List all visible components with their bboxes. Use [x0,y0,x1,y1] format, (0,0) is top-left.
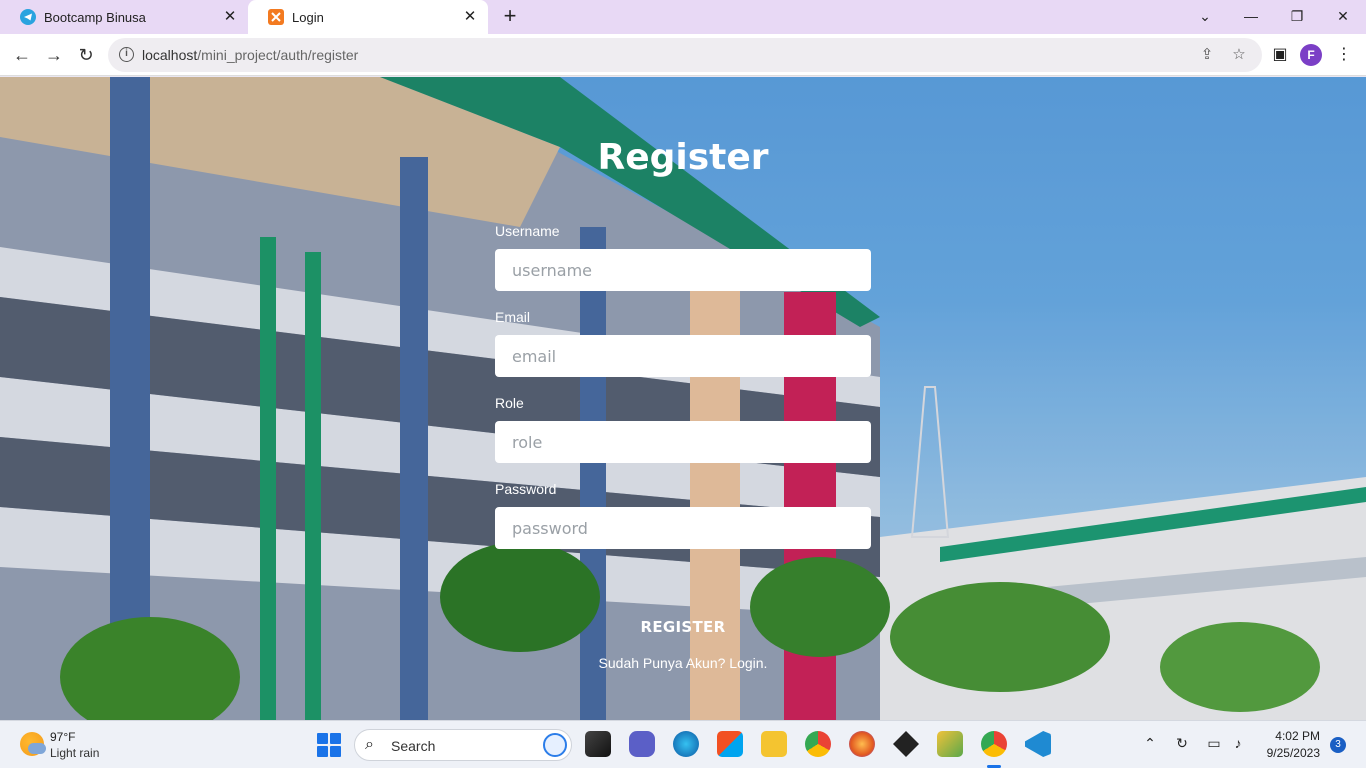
minimize-button[interactable]: — [1237,4,1265,28]
tab-login[interactable]: Login ✕ [248,0,488,34]
menu-kebab-icon[interactable]: ⋮ [1332,43,1356,67]
email-label: Email [495,309,531,325]
role-label: Role [495,395,524,411]
bookmark-star-icon[interactable]: ☆ [1230,46,1248,64]
register-button[interactable]: REGISTER [495,614,871,640]
login-link[interactable]: Sudah Punya Akun? Login. [495,655,871,671]
page-viewport: Register Username Email Role Password RE… [0,77,1366,720]
start-button[interactable] [317,733,341,757]
tab-strip: Bootcamp Binusa ✕ Login ✕ + ⌄ — ❐ ✕ [0,0,1366,34]
address-bar[interactable]: i localhost/mini_project/auth/register ⇪… [108,38,1262,72]
vscode-icon[interactable] [1025,731,1051,757]
clock-time: 4:02 PM [1275,729,1320,743]
taskbar-search[interactable]: ⌕ Search [354,729,572,761]
close-window-button[interactable]: ✕ [1329,4,1357,28]
chevron-up-icon[interactable]: ⌃ [1140,735,1160,752]
new-tab-button[interactable]: + [498,5,522,29]
clock-date: 9/25/2023 [1266,746,1320,760]
page-title: Register [597,137,769,178]
inkscape-icon[interactable] [893,731,919,757]
teams-icon[interactable] [629,731,655,757]
password-field[interactable] [495,507,871,549]
notification-badge[interactable]: 3 [1330,737,1346,753]
folder-icon[interactable] [761,731,787,757]
chrome-icon[interactable] [805,731,831,757]
email-field[interactable] [495,335,871,377]
weather-widget[interactable]: 97°F Light rain [18,729,138,761]
reload-button[interactable]: ↻ [74,43,98,67]
tab-title: Login [292,9,324,25]
role-field[interactable] [495,421,871,463]
chrome-profile-icon[interactable] [981,731,1007,757]
tab-search-icon[interactable]: ⌄ [1191,4,1219,28]
username-label: Username [495,223,560,239]
browser-toolbar: ← → ↻ i localhost/mini_project/auth/regi… [0,34,1366,76]
app-icon[interactable] [937,731,963,757]
firefox-icon[interactable] [849,731,875,757]
tab-bootcamp-binusa[interactable]: Bootcamp Binusa ✕ [0,0,248,34]
clock[interactable]: 4:02 PM 9/25/2023 [1252,728,1320,762]
tab-title: Bootcamp Binusa [44,9,146,25]
restore-button[interactable]: ❐ [1283,4,1311,28]
username-field[interactable] [495,249,871,291]
weather-temp: 97°F [50,730,76,744]
store-icon[interactable] [717,731,743,757]
search-icon: ⌕ [365,736,374,753]
share-icon[interactable]: ⇪ [1198,46,1216,64]
side-panel-icon[interactable]: ▣ [1268,43,1292,67]
file-explorer-icon[interactable] [585,731,611,757]
weather-condition: Light rain [50,746,100,760]
windows-taskbar: 97°F Light rain ⌕ Search ⌃ ↻ ▭ ♪ 4:02 PM… [0,720,1366,768]
cloud-icon [28,743,46,754]
xampp-icon [268,9,284,25]
volume-icon[interactable]: ♪ [1228,735,1248,751]
network-icon[interactable]: ▭ [1204,735,1224,752]
search-label: Search [391,738,436,754]
back-button[interactable]: ← [10,43,34,67]
close-tab-icon[interactable]: ✕ [462,9,478,25]
profile-button[interactable]: F [1300,44,1324,68]
avatar: F [1300,44,1322,66]
url-text: localhost/mini_project/auth/register [142,47,359,63]
bing-icon[interactable] [543,733,567,757]
forward-button[interactable]: → [42,43,66,67]
edge-icon[interactable] [673,731,699,757]
site-info-icon[interactable]: i [119,47,134,62]
password-label: Password [495,481,557,497]
close-tab-icon[interactable]: ✕ [222,9,238,25]
telegram-icon [20,9,36,25]
sync-icon[interactable]: ↻ [1172,735,1192,752]
